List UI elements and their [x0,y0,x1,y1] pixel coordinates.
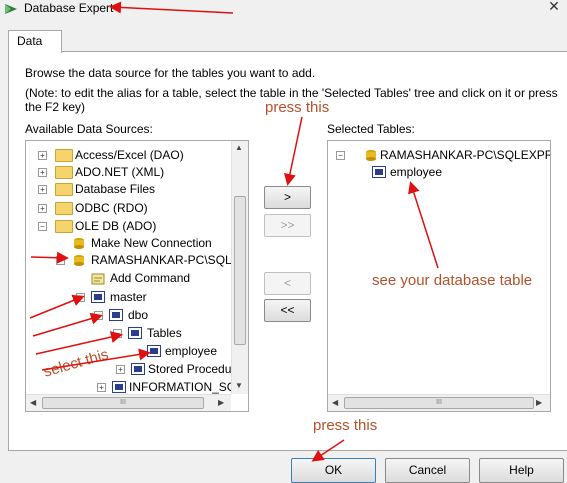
title-bar: Database Expert ✕ [0,0,567,18]
tree-item-label: Access/Excel (DAO) [75,148,184,162]
expand-icon[interactable]: + [38,204,47,213]
tab-data[interactable]: Data [8,30,62,53]
tree-item-label: Tables [147,326,182,340]
tab-data-label: Data [17,34,43,48]
add-table-button[interactable]: > [264,186,311,209]
window-title: Database Expert [24,1,114,15]
database-server-icon [366,150,376,161]
available-sources-label: Available Data Sources: [25,122,153,136]
tree-item-label: employee [390,165,443,179]
annotation-press-this-top: press this [265,99,330,116]
database-server-icon [74,255,84,266]
tree-item-label: Add Command [110,271,191,285]
procedure-icon [131,363,145,375]
scroll-left-icon[interactable]: ◀ [332,398,338,407]
tree-item-label: dbo [128,308,149,322]
folder-icon [55,149,73,162]
tree-item-label: RAMASHANKAR-PC\SQLE [91,253,240,267]
expand-icon[interactable]: + [97,383,106,392]
scroll-right-icon[interactable]: ▶ [536,398,542,407]
tree-item-label: RAMASHANKAR-PC\SQLEXPRES [380,148,551,162]
tree-item-label: employee [165,344,218,358]
expand-icon[interactable]: + [38,185,47,194]
collapse-icon[interactable]: − [336,151,345,160]
table-icon [372,166,386,178]
remove-table-button[interactable]: < [264,272,311,295]
vertical-scrollbar[interactable]: ▲ ▼ [231,141,248,394]
folder-icon [55,202,73,215]
tree-item-label: master [110,290,147,304]
annotation-press-this-bottom: press this [313,417,378,434]
tree-item-label: ODBC (RDO) [75,201,148,215]
cancel-button[interactable]: Cancel [385,458,470,483]
annotation-see-table: see your database table [372,272,533,289]
ok-button[interactable]: OK [291,458,376,483]
tree-item-label: ADO.NET (XML) [75,165,165,179]
folder-icon [55,220,73,233]
tree-item-label: Database Files [75,182,156,196]
schema-icon [112,381,126,393]
folder-icon [55,183,73,196]
crystal-reports-icon [5,4,17,14]
new-connection-icon [74,238,84,249]
table-icon [147,345,161,357]
schema-icon [109,309,123,321]
horizontal-scrollbar[interactable]: ◀ III ▶ [328,394,550,411]
instruction-line3: the F2 key) [25,100,86,114]
close-icon[interactable]: ✕ [541,0,567,16]
tree-item-label: Stored Procedur [148,362,236,376]
instruction-line2: (Note: to edit the alias for a table, se… [25,86,558,100]
scroll-left-icon[interactable]: ◀ [30,398,36,407]
collapse-icon[interactable]: − [38,222,47,231]
tables-icon [128,327,142,339]
scroll-right-icon[interactable]: ▶ [218,398,224,407]
collapse-icon[interactable]: − [94,311,103,320]
tree-item-label: OLE DB (ADO) [75,219,157,233]
horizontal-scrollbar[interactable]: ◀ III ▶ [26,394,231,411]
add-all-button[interactable]: >> [264,214,311,237]
expand-icon[interactable]: + [38,168,47,177]
horizontal-scroll-thumb[interactable]: III [42,397,204,409]
expand-icon[interactable]: + [38,151,47,160]
selected-tables-label: Selected Tables: [327,122,415,136]
expand-icon[interactable]: + [116,365,125,374]
collapse-icon[interactable]: − [76,293,85,302]
scroll-down-icon[interactable]: ▼ [235,381,243,390]
remove-all-button[interactable]: << [264,299,311,322]
tree-item-label: Make New Connection [91,236,212,250]
instruction-line1: Browse the data source for the tables yo… [25,66,316,80]
collapse-icon[interactable]: − [56,256,65,265]
help-button[interactable]: Help [479,458,564,483]
vertical-scroll-thumb[interactable] [234,196,246,345]
database-icon [91,291,105,303]
horizontal-scroll-thumb[interactable]: III [344,397,534,409]
command-icon [91,273,105,285]
collapse-icon[interactable]: − [113,329,122,338]
folder-icon [55,166,73,179]
scroll-up-icon[interactable]: ▲ [235,143,243,152]
